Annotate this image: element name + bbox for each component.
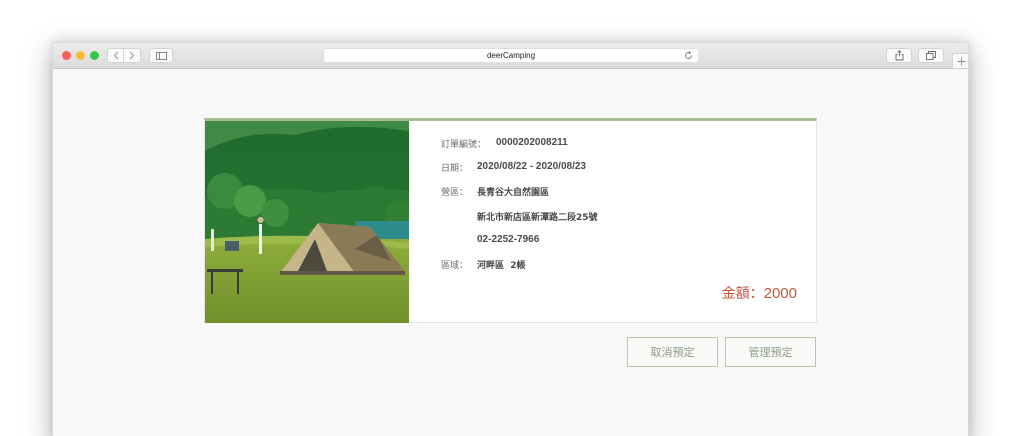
address-text: deerCamping: [486, 51, 536, 60]
screen: deerCamping 訂單編號： 0000202008211 日期： 2020…: [0, 0, 1024, 436]
date-label: 日期：: [441, 164, 469, 174]
plus-icon: [957, 57, 965, 65]
amount-value: 2000: [763, 285, 797, 302]
back-button[interactable]: [107, 48, 124, 63]
tabs-button[interactable]: [918, 48, 944, 63]
campsite-image: [205, 121, 409, 323]
campsite-photo: [205, 121, 409, 323]
area-name: 河畔區: [477, 261, 505, 271]
share-icon: [895, 50, 903, 61]
cancel-booking-button[interactable]: 取消預定: [627, 337, 718, 367]
camp-label: 營區：: [441, 188, 469, 198]
tent-count: 2帳: [510, 261, 526, 271]
zoom-window-button[interactable]: [90, 51, 99, 60]
minimize-window-button[interactable]: [76, 51, 85, 60]
area-label: 區域：: [441, 261, 469, 271]
browser-toolbar: deerCamping: [53, 43, 968, 69]
booking-card: 訂單編號： 0000202008211 日期： 2020/08/22 - 202…: [204, 118, 817, 323]
sidebar-button[interactable]: [149, 48, 173, 63]
camp-phone: 02-2252-7966: [477, 234, 540, 245]
amount-label: 金額：: [721, 286, 764, 302]
camp-address: 新北市新店區新潭路二段25號: [477, 213, 598, 223]
tabs-icon: [926, 51, 936, 60]
address-bar[interactable]: deerCamping: [323, 48, 699, 63]
camp-name: 長青谷大自然園區: [477, 188, 550, 198]
order-number: 0000202008211: [496, 137, 568, 148]
new-tab-button[interactable]: [952, 53, 968, 69]
date-range: 2020/08/22 - 2020/08/23: [477, 161, 586, 172]
browser-window: deerCamping 訂單編號： 0000202008211 日期： 2020…: [52, 42, 969, 436]
sidebar-icon: [155, 51, 167, 60]
order-number-label: 訂單編號：: [441, 140, 487, 150]
manage-booking-button[interactable]: 管理預定: [725, 337, 816, 367]
back-icon: [113, 51, 118, 60]
amount: 金額：2000: [722, 283, 797, 303]
forward-icon: [129, 51, 135, 60]
close-window-button[interactable]: [62, 51, 71, 60]
share-button[interactable]: [886, 48, 912, 63]
area-value: 河畔區 2帳: [477, 258, 526, 271]
page-content: 訂單編號： 0000202008211 日期： 2020/08/22 - 202…: [53, 70, 968, 436]
forward-button[interactable]: [124, 48, 141, 63]
reload-icon[interactable]: [684, 51, 693, 60]
